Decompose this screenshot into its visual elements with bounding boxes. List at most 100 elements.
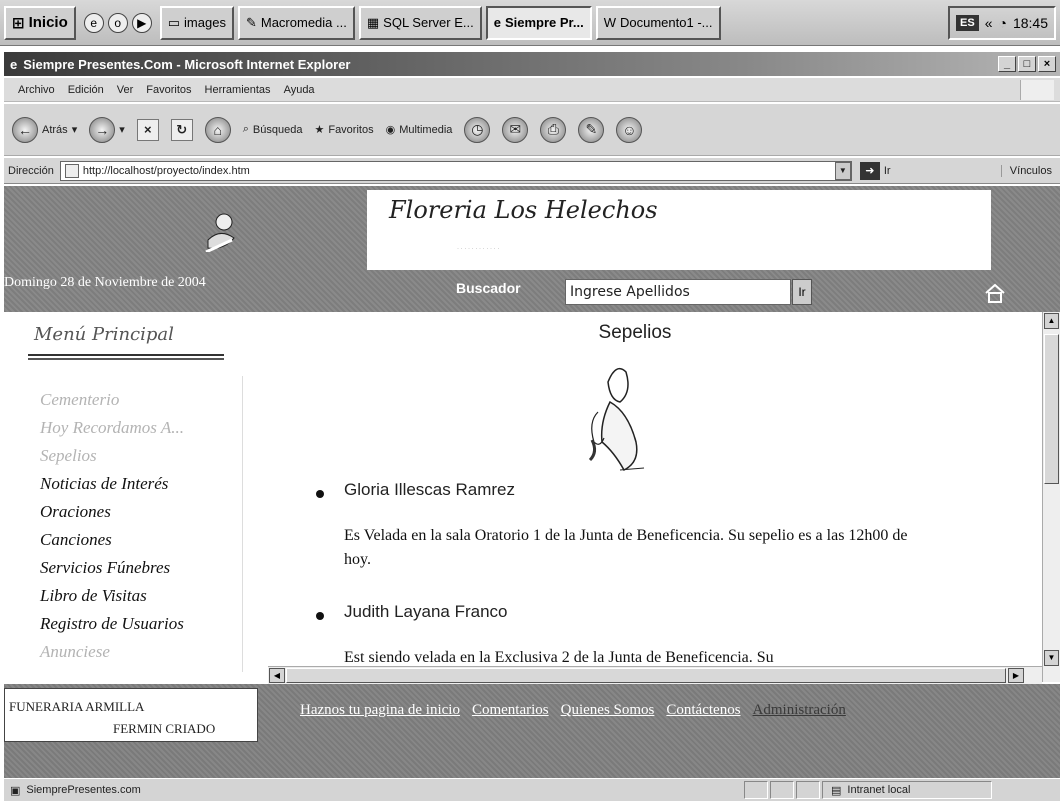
messenger-button[interactable]: ☺ bbox=[616, 116, 643, 143]
menu-herramientas[interactable]: Herramientas bbox=[205, 84, 271, 96]
footer-link-admin[interactable]: Administración bbox=[753, 702, 846, 719]
multimedia-icon: ◉ bbox=[385, 124, 396, 136]
list-bullet bbox=[316, 490, 324, 498]
menu-archivo[interactable]: Archivo bbox=[18, 84, 55, 96]
vertical-scrollbar[interactable]: ▲ ▼ bbox=[1042, 312, 1060, 682]
horizontal-scroll-thumb[interactable] bbox=[286, 668, 1006, 683]
media-quicklaunch-icon[interactable]: ▶ bbox=[131, 12, 152, 33]
window-title: Siempre Presentes.Com - Microsoft Intern… bbox=[23, 56, 351, 72]
menu-ayuda[interactable]: Ayuda bbox=[284, 84, 315, 96]
site-logo[interactable]: Floreria Los Helechos · · · · · · · · · … bbox=[367, 190, 991, 270]
back-button[interactable]: ← Atrás ▾ bbox=[12, 116, 77, 143]
close-button[interactable]: × bbox=[1038, 56, 1056, 72]
folder-icon: ▭ bbox=[167, 14, 181, 30]
menu-favoritos[interactable]: Favoritos bbox=[146, 84, 191, 96]
sidebar-item-sepelios[interactable]: Sepelios bbox=[40, 442, 184, 470]
home-icon[interactable] bbox=[984, 283, 1006, 303]
window-titlebar: e Siempre Presentes.Com - Microsoft Inte… bbox=[4, 52, 1060, 76]
multimedia-button[interactable]: ◉ Multimedia bbox=[385, 123, 453, 137]
address-bar: Dirección http://localhost/proyecto/inde… bbox=[4, 158, 1060, 184]
ie-quicklaunch-icon[interactable]: e bbox=[83, 12, 104, 33]
scroll-right-arrow-icon[interactable]: ▶ bbox=[1008, 668, 1024, 683]
go-button[interactable]: ➜ Ir bbox=[859, 161, 891, 180]
sidebar-menu: Menú Principal Cementerio Hoy Recordamos … bbox=[4, 312, 250, 682]
status-cell bbox=[770, 781, 794, 799]
stop-button[interactable]: × bbox=[136, 118, 159, 141]
menu-bar: Archivo Edición Ver Favoritos Herramient… bbox=[4, 78, 1060, 102]
edit-button[interactable]: ✎ bbox=[578, 116, 605, 143]
address-dropdown-icon[interactable]: ▼ bbox=[834, 161, 851, 180]
outlook-quicklaunch-icon[interactable]: o bbox=[107, 12, 128, 33]
search-submit-button[interactable]: Ir bbox=[792, 279, 812, 305]
footer-link-comments[interactable]: Comentarios bbox=[472, 702, 549, 719]
links-button[interactable]: Vínculos bbox=[1000, 164, 1060, 177]
windows-logo-icon: ⊞ bbox=[12, 14, 25, 32]
menu-list: Cementerio Hoy Recordamos A... Sepelios Not… bbox=[40, 386, 184, 666]
logo-title: Floreria Los Helechos bbox=[389, 196, 658, 224]
sidebar-item-hoy-recordamos-a[interactable]: Hoy Recordamos A... bbox=[40, 414, 184, 442]
sidebar-item-servicios-fúnebres[interactable]: Servicios Fúnebres bbox=[40, 554, 184, 582]
taskbar-button-siempre[interactable]: e Siempre Pr... bbox=[485, 5, 592, 40]
mail-button[interactable]: ✉ bbox=[502, 116, 529, 143]
taskbar-button-images[interactable]: ▭ images bbox=[159, 5, 234, 40]
scroll-up-arrow-icon[interactable]: ▲ bbox=[1044, 313, 1059, 329]
browser-toolbar: ← Atrás ▾ → ▾ × ↻ ⌂ ⌕ Búsqueda ★ Favorit… bbox=[4, 104, 1060, 156]
deceased-name: Gloria Illescas Ramrez bbox=[344, 480, 515, 499]
site-header: Floreria Los Helechos · · · · · · · · · … bbox=[4, 186, 1060, 312]
tray-overflow-icon[interactable]: « bbox=[985, 15, 993, 31]
angel-illustration bbox=[588, 367, 645, 471]
scroll-left-arrow-icon[interactable]: ◀ bbox=[269, 668, 285, 683]
sidebar-divider bbox=[242, 376, 243, 672]
status-bar: ▣ SiemprePresentes.com ▤ Intranet local bbox=[4, 778, 1060, 801]
list-bullet bbox=[316, 612, 324, 620]
sponsor-line-1: FUNERARIA ARMILLA bbox=[9, 699, 145, 714]
sidebar-item-cementerio[interactable]: Cementerio bbox=[40, 386, 184, 414]
magnifier-icon: ⌕ bbox=[242, 123, 249, 135]
footer-link-about[interactable]: Quienes Somos bbox=[561, 702, 655, 719]
intranet-icon: ▤ bbox=[831, 784, 842, 797]
menu-ver[interactable]: Ver bbox=[117, 84, 134, 96]
sidebar-item-anunciese[interactable]: Anunciese bbox=[40, 638, 184, 666]
print-button[interactable]: ⎙ bbox=[540, 116, 567, 143]
menu-title: Menú Principal bbox=[34, 324, 174, 345]
taskbar-button-sqlserver[interactable]: ▦ SQL Server E... bbox=[358, 5, 482, 40]
refresh-button[interactable]: ↻ bbox=[170, 118, 193, 141]
start-button[interactable]: ⊞ Inicio bbox=[4, 5, 76, 40]
search-button[interactable]: ⌕ Búsqueda bbox=[243, 123, 303, 136]
forward-arrow-icon: → bbox=[89, 116, 116, 143]
sponsor-banner[interactable]: FUNERARIA ARMILLA FERMIN CRIADO bbox=[4, 688, 258, 742]
address-input[interactable]: http://localhost/proyecto/index.htm ▼ bbox=[59, 160, 852, 181]
volume-icon[interactable]: ◔ bbox=[998, 15, 1006, 31]
taskbar-button-documento[interactable]: W Documento1 -... bbox=[595, 5, 721, 40]
taskbar-button-macromedia[interactable]: ✎ Macromedia ... bbox=[237, 5, 355, 40]
sidebar-item-oraciones[interactable]: Oraciones bbox=[40, 498, 184, 526]
clock[interactable]: 18:45 bbox=[1013, 15, 1048, 31]
forward-button[interactable]: → ▾ bbox=[89, 116, 125, 143]
footer-link-homepage[interactable]: Haznos tu pagina de inicio bbox=[300, 702, 460, 719]
sidebar-item-noticias-de-interés[interactable]: Noticias de Interés bbox=[40, 470, 184, 498]
history-button[interactable]: ◷ bbox=[464, 116, 491, 143]
sidebar-item-libro-de-visitas[interactable]: Libro de Visitas bbox=[40, 582, 184, 610]
surname-search-input[interactable] bbox=[565, 279, 791, 305]
sidebar-item-registro-de-usuarios[interactable]: Registro de Usuarios bbox=[40, 610, 184, 638]
windows-flag-icon bbox=[1020, 79, 1054, 100]
horizontal-scrollbar[interactable]: ◀ ▶ bbox=[268, 666, 1042, 684]
section-title: Sepelios bbox=[598, 322, 672, 343]
minimize-button[interactable]: _ bbox=[998, 56, 1016, 72]
home-button[interactable]: ⌂ bbox=[204, 116, 231, 143]
footer-link-contact[interactable]: Contáctenos bbox=[666, 702, 740, 719]
search-label: Buscador bbox=[456, 280, 521, 296]
favorites-button[interactable]: ★ Favoritos bbox=[314, 123, 373, 137]
page-icon bbox=[64, 163, 79, 178]
scroll-down-arrow-icon[interactable]: ▼ bbox=[1044, 650, 1059, 666]
sidebar-item-canciones[interactable]: Canciones bbox=[40, 526, 184, 554]
language-indicator[interactable]: ES bbox=[956, 14, 979, 31]
ie-window-icon: e bbox=[10, 56, 18, 72]
maximize-button[interactable]: □ bbox=[1018, 56, 1036, 72]
menu-edicion[interactable]: Edición bbox=[68, 84, 104, 96]
sqlserver-icon: ▦ bbox=[366, 14, 380, 30]
status-cell bbox=[744, 781, 768, 799]
security-zone[interactable]: ▤ Intranet local bbox=[822, 781, 992, 799]
system-tray: ES « ◔ 18:45 bbox=[948, 5, 1056, 40]
vertical-scroll-thumb[interactable] bbox=[1044, 334, 1059, 484]
